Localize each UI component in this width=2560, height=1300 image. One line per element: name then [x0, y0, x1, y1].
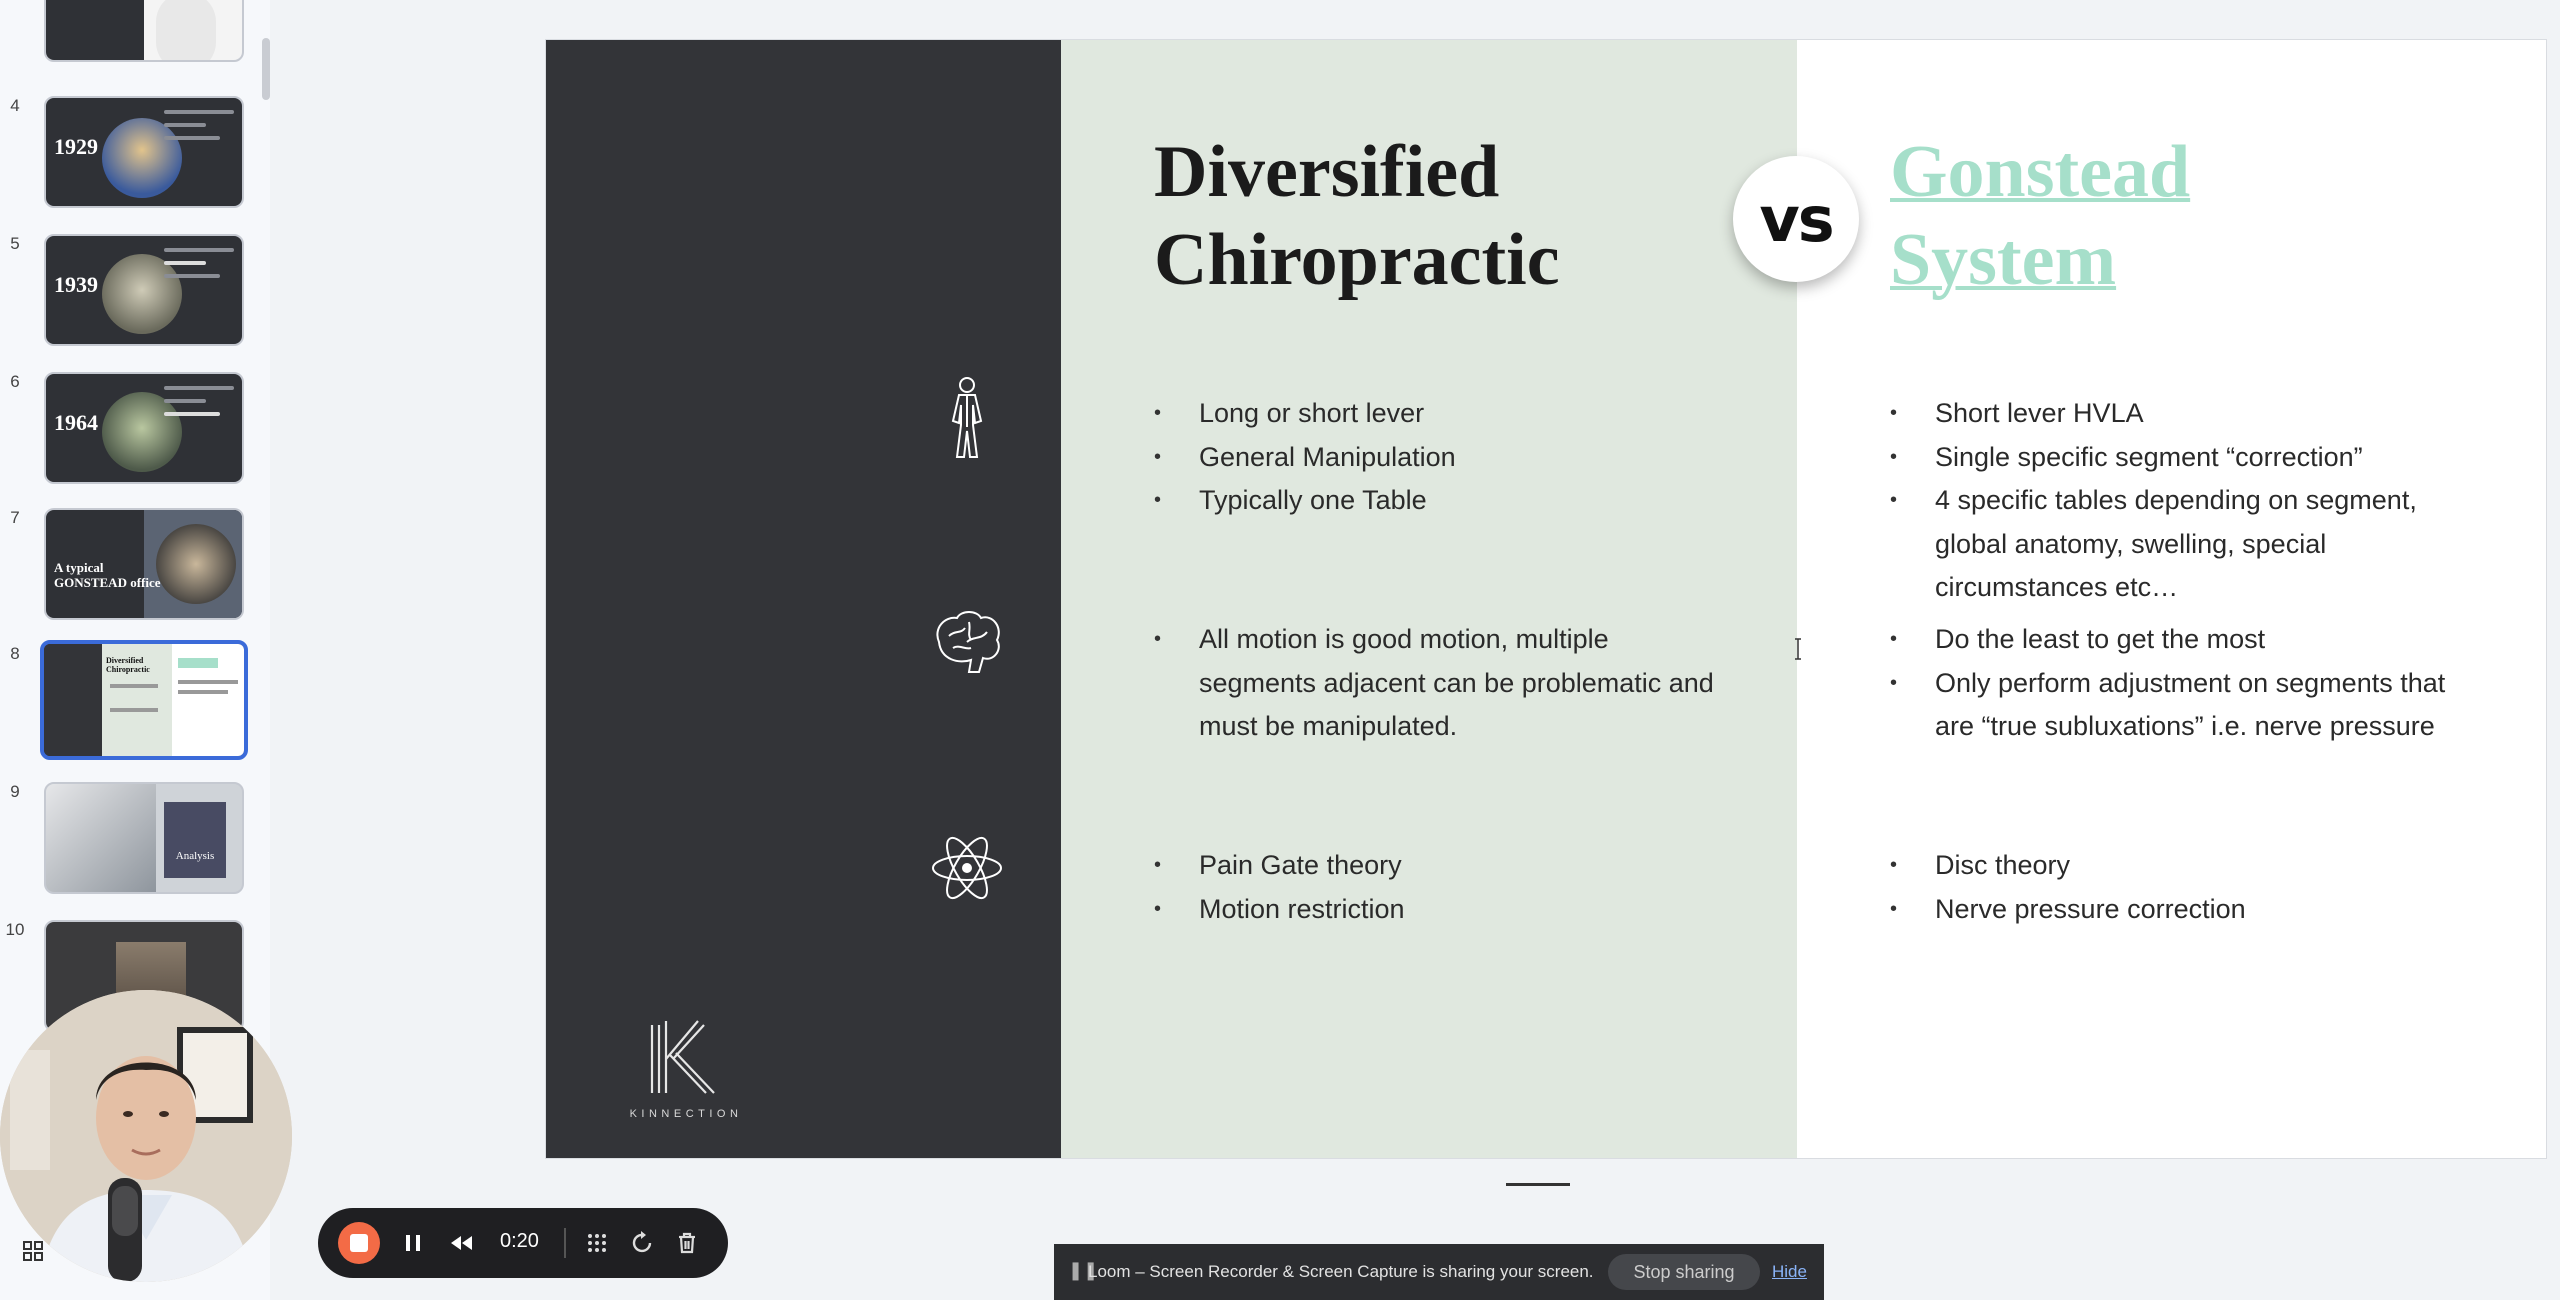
list-item: Disc theory: [1890, 844, 2470, 888]
list-item: Motion restriction: [1154, 888, 1714, 932]
diversified-heading: Diversified Chiropractic: [1154, 131, 1560, 301]
list-item: Long or short lever: [1154, 392, 1714, 436]
list-item: Nerve pressure correction: [1890, 888, 2470, 932]
thumbnail-text-lines: [164, 110, 234, 149]
slide-thumbnail-3[interactable]: [44, 0, 244, 62]
slide-number-8: 8: [10, 644, 20, 663]
apps-grid-icon[interactable]: [22, 1240, 44, 1262]
thumbnail-text-lines: [164, 248, 234, 287]
list-item: All motion is good motion, multiple segm…: [1154, 618, 1714, 749]
vs-badge: vs: [1733, 156, 1859, 282]
slide-thumbnail-7[interactable]: A typical GONSTEAD office: [44, 508, 244, 620]
webcam-bubble[interactable]: [0, 990, 292, 1282]
loom-recording-controls: 0:20: [318, 1208, 728, 1278]
drawing-tools-icon[interactable]: [582, 1228, 612, 1258]
gonstead-science-list: Disc theory Nerve pressure correction: [1890, 844, 2470, 931]
hide-banner-link[interactable]: Hide: [1772, 1262, 1807, 1282]
pause-icon[interactable]: [398, 1228, 428, 1258]
slide-number-7: 7: [10, 508, 20, 527]
recording-timer: 0:20: [500, 1230, 539, 1252]
filmstrip-scrollbar[interactable]: [262, 38, 270, 100]
categories-panel: [546, 40, 1061, 1158]
slide-thumbnail-5[interactable]: 1939: [44, 234, 244, 346]
brand-name: KINNECTION: [629, 1108, 743, 1120]
stop-sharing-button[interactable]: Stop sharing: [1608, 1254, 1760, 1290]
list-item: Single specific segment “correction”: [1890, 436, 2470, 480]
list-item: General Manipulation: [1154, 436, 1714, 480]
controls-divider: [564, 1228, 566, 1258]
list-item: Typically one Table: [1154, 479, 1714, 523]
brain-icon: [936, 611, 1000, 673]
gonstead-philosophy-list: Do the least to get the most Only perfor…: [1890, 618, 2470, 749]
trash-icon[interactable]: [672, 1228, 702, 1258]
text-cursor-icon: [1795, 638, 1801, 660]
slide-thumbnail-year: 1939: [54, 272, 98, 297]
slide-number-10: 10: [5, 920, 25, 939]
thumbnail-text-lines: [164, 386, 234, 425]
list-item: Only perform adjustment on segments that…: [1890, 662, 2470, 749]
slide-thumbnail-title: Diversified Chiropractic: [106, 656, 150, 674]
presenter-video: [0, 990, 292, 1282]
slide-thumbnail-year: 1929: [54, 134, 98, 159]
list-item: Do the least to get the most: [1890, 618, 2470, 662]
slide-thumbnail-caption: A typical GONSTEAD office: [54, 560, 161, 590]
restart-icon[interactable]: [628, 1228, 658, 1258]
gonstead-heading[interactable]: Gonstead System: [1890, 128, 2270, 304]
slide-thumbnail-caption: Analysis: [175, 850, 215, 862]
slide-thumbnail-9[interactable]: Analysis: [44, 782, 244, 894]
gonstead-art-list: Short lever HVLA Single specific segment…: [1890, 392, 2470, 610]
atom-icon: [932, 836, 1002, 900]
list-item: Pain Gate theory: [1154, 844, 1714, 888]
human-figure-icon: [951, 377, 983, 458]
kinnection-logo-icon: [650, 1020, 715, 1094]
slide-number-4: 4: [10, 96, 20, 115]
slide-number-5: 5: [10, 234, 20, 253]
sharing-message: Loom – Screen Recorder & Screen Capture …: [1088, 1262, 1594, 1281]
diversified-art-list: Long or short lever General Manipulation…: [1154, 392, 1714, 523]
slide-thumbnail-8-selected[interactable]: Diversified Chiropractic: [40, 640, 248, 760]
screen-sharing-banner: ❚❚ Loom – Screen Recorder & Screen Captu…: [1054, 1244, 1824, 1300]
diversified-science-list: Pain Gate theory Motion restriction: [1154, 844, 1714, 931]
list-item: 4 specific tables depending on segment, …: [1890, 479, 2470, 610]
slide-thumbnail-6[interactable]: 1964: [44, 372, 244, 484]
slide-thumbnail-year: 1964: [54, 410, 98, 435]
slide-thumbnail-4[interactable]: 1929: [44, 96, 244, 208]
diversified-philosophy-list: All motion is good motion, multiple segm…: [1154, 618, 1714, 749]
slide-number-6: 6: [10, 372, 20, 391]
slide-number-9: 9: [10, 782, 20, 801]
list-item: Short lever HVLA: [1890, 392, 2470, 436]
slide-resize-handle[interactable]: [1506, 1183, 1570, 1186]
slide-canvas[interactable]: ART PHILOSOPHY SCIENCE KINNECTION Divers…: [546, 40, 2546, 1158]
rewind-icon[interactable]: [446, 1228, 476, 1258]
stop-recording-button[interactable]: [338, 1222, 380, 1264]
